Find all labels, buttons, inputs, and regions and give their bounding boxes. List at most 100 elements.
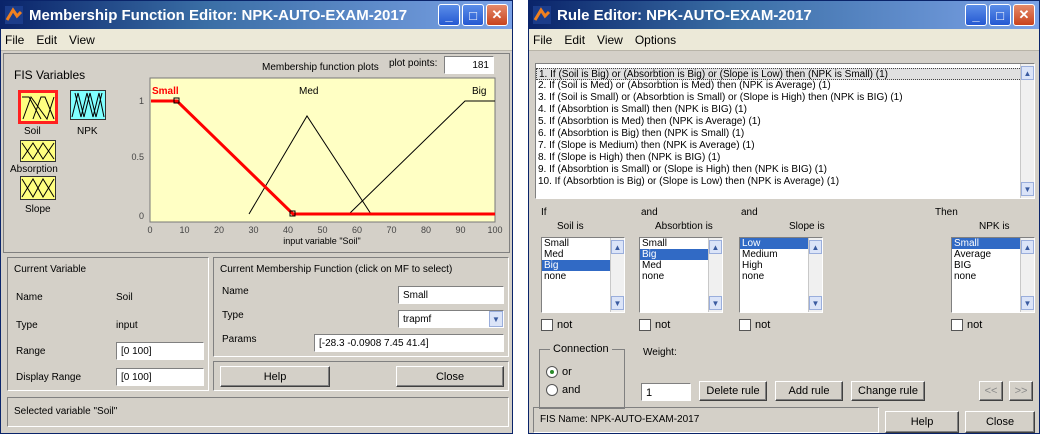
absorption-list-scrollbar[interactable]: ▲ ▼ <box>708 238 722 312</box>
or-label: or <box>562 366 572 378</box>
next-rule-button[interactable]: >> <box>1009 381 1033 401</box>
rule-item[interactable]: 6. If (Absorbtion is Big) then (NPK is S… <box>536 128 1034 140</box>
npk-options-list[interactable]: Small Average BIG none ▲ ▼ <box>951 237 1035 313</box>
x-ticks: 0 10 20 30 40 50 60 70 80 90 100 <box>147 225 502 235</box>
connection-group: Connection or and <box>539 343 625 409</box>
mf-label-med: Med <box>299 86 318 97</box>
close-icon[interactable]: ✕ <box>1013 4 1035 26</box>
delete-rule-button[interactable]: Delete rule <box>699 381 767 401</box>
mf-name-input[interactable]: Small <box>398 286 504 304</box>
variable-box-npk[interactable] <box>70 90 106 120</box>
menu-file[interactable]: File <box>533 33 552 47</box>
maximize-icon[interactable]: □ <box>989 4 1011 26</box>
mf-label-small: Small <box>152 86 179 97</box>
slope-list-scrollbar[interactable]: ▲ ▼ <box>808 238 822 312</box>
chevron-down-icon[interactable]: ▼ <box>611 296 624 310</box>
not-label: not <box>755 319 771 331</box>
variable-box-soil[interactable] <box>18 90 58 124</box>
prev-rule-button[interactable]: << <box>979 381 1003 401</box>
change-rule-button[interactable]: Change rule <box>851 381 925 401</box>
radio-dot[interactable] <box>546 366 558 378</box>
x-axis-label: input variable "Soil" <box>283 236 360 246</box>
chevron-down-icon[interactable]: ▼ <box>489 311 503 327</box>
rule-item[interactable]: 1. If (Soil is Big) or (Absorbtion is Bi… <box>536 68 1034 80</box>
menu-view[interactable]: View <box>597 33 623 47</box>
rule-editor-titlebar[interactable]: Rule Editor: NPK-AUTO-EXAM-2017 _ □ ✕ <box>529 1 1039 29</box>
rule-item[interactable]: 5. If (Absorbtion is Med) then (NPK is A… <box>536 116 1034 128</box>
close-icon[interactable]: ✕ <box>486 4 508 26</box>
mf-help-button[interactable]: Help <box>220 366 330 387</box>
npk-not-checkbox[interactable]: not <box>951 319 982 331</box>
chevron-down-icon[interactable]: ▼ <box>1021 182 1034 196</box>
rule-list-scrollbar[interactable]: ▲ ▼ <box>1020 64 1034 198</box>
display-range-input[interactable]: [0 100] <box>116 368 204 386</box>
menu-edit[interactable]: Edit <box>564 33 585 47</box>
rule-item[interactable]: 2. If (Soil is Med) or (Absorbtion is Me… <box>536 80 1034 92</box>
chevron-down-icon[interactable]: ▼ <box>809 296 822 310</box>
weight-input[interactable]: 1 <box>641 383 691 401</box>
chevron-up-icon[interactable]: ▲ <box>1021 66 1034 80</box>
mf-close-button[interactable]: Close <box>396 366 504 387</box>
rule-close-button[interactable]: Close <box>965 411 1035 433</box>
chevron-up-icon[interactable]: ▲ <box>809 240 822 254</box>
mf-type-dropdown[interactable]: trapmf ▼ <box>398 310 504 328</box>
slope-not-checkbox[interactable]: not <box>739 319 770 331</box>
mf-editor-titlebar[interactable]: Membership Function Editor: NPK-AUTO-EXA… <box>1 1 512 29</box>
radio-dot[interactable] <box>546 384 558 396</box>
slope-options-list[interactable]: Low Medium High none ▲ ▼ <box>739 237 823 313</box>
menu-edit[interactable]: Edit <box>36 33 57 47</box>
cv-name-label: Name <box>16 292 43 303</box>
or-radio[interactable]: or <box>546 366 572 378</box>
cv-type-label: Type <box>16 320 38 331</box>
variable-box-absorption[interactable] <box>20 140 56 162</box>
chevron-down-icon[interactable]: ▼ <box>1021 296 1034 310</box>
mf-params-input[interactable]: [-28.3 -0.0908 7.45 41.4] <box>314 334 504 352</box>
checkbox-box[interactable] <box>951 319 963 331</box>
mf-name-label: Name <box>222 286 249 297</box>
rule-items: 1. If (Soil is Big) or (Absorbtion is Bi… <box>536 68 1034 188</box>
range-input[interactable]: [0 100] <box>116 342 204 360</box>
minimize-icon[interactable]: _ <box>438 4 460 26</box>
menu-view[interactable]: View <box>69 33 95 47</box>
x-tick-label: 50 <box>317 225 327 235</box>
rule-item[interactable]: 4. If (Absorbtion is Small) then (NPK is… <box>536 104 1034 116</box>
rule-list[interactable]: 1. If (Soil is Big) or (Absorbtion is Bi… <box>535 63 1035 199</box>
x-tick-label: 100 <box>487 225 502 235</box>
checkbox-box[interactable] <box>541 319 553 331</box>
maximize-icon[interactable]: □ <box>462 4 484 26</box>
mf-editor-title: Membership Function Editor: NPK-AUTO-EXA… <box>29 6 408 24</box>
menu-options[interactable]: Options <box>635 33 676 47</box>
soil-options-list[interactable]: Small Med Big none ▲ ▼ <box>541 237 625 313</box>
variable-label-slope: Slope <box>25 204 51 215</box>
rule-item[interactable]: 3. If (Soil is Small) or (Absorbtion is … <box>536 92 1034 104</box>
checkbox-box[interactable] <box>639 319 651 331</box>
rule-item[interactable]: 8. If (Slope is High) then (NPK is BIG) … <box>536 152 1034 164</box>
mf-type-label: Type <box>222 310 244 321</box>
and-radio[interactable]: and <box>546 384 580 396</box>
absorption-not-checkbox[interactable]: not <box>639 319 670 331</box>
rule-help-button[interactable]: Help <box>885 411 959 433</box>
rule-item[interactable]: 9. If (Absorbtion is Small) or (Slope is… <box>536 164 1034 176</box>
checkbox-box[interactable] <box>739 319 751 331</box>
absorption-options-list[interactable]: Small Big Med none ▲ ▼ <box>639 237 723 313</box>
minimize-icon[interactable]: _ <box>965 4 987 26</box>
menu-file[interactable]: File <box>5 33 24 47</box>
x-tick-label: 20 <box>214 225 224 235</box>
chevron-up-icon[interactable]: ▲ <box>709 240 722 254</box>
x-tick-label: 0 <box>147 225 152 235</box>
rule-item[interactable]: 10. If (Absorbtion is Big) or (Slope is … <box>536 176 1034 188</box>
soil-not-checkbox[interactable]: not <box>541 319 572 331</box>
variable-box-slope[interactable] <box>20 176 56 200</box>
current-variable-header: Current Variable <box>14 264 87 275</box>
chevron-down-icon[interactable]: ▼ <box>709 296 722 310</box>
rule-item[interactable]: 7. If (Slope is Medium) then (NPK is Ave… <box>536 140 1034 152</box>
npk-list-scrollbar[interactable]: ▲ ▼ <box>1020 238 1034 312</box>
x-tick-label: 70 <box>386 225 396 235</box>
add-rule-button[interactable]: Add rule <box>775 381 843 401</box>
plot-points-input[interactable]: 181 <box>444 56 494 74</box>
plot-points-label: plot points: <box>389 58 438 69</box>
mf-plot[interactable]: 1 0.5 0 0 10 20 30 40 50 60 70 80 90 100 Small Med… <box>124 76 509 254</box>
chevron-up-icon[interactable]: ▲ <box>1021 240 1034 254</box>
chevron-up-icon[interactable]: ▲ <box>611 240 624 254</box>
soil-list-scrollbar[interactable]: ▲ ▼ <box>610 238 624 312</box>
